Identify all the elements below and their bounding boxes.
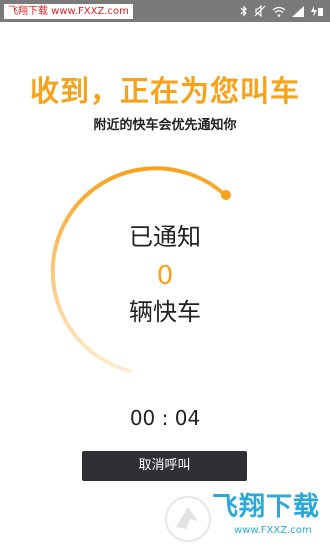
watermark-logo: 飞翔下载 www.FXXZ.com	[162, 487, 330, 550]
cancel-call-button[interactable]: 取消呼叫	[82, 451, 247, 481]
progress-dot	[221, 190, 231, 200]
watermark-brand-text: 飞翔下载	[212, 492, 321, 522]
notified-count: 0	[156, 261, 174, 291]
elapsed-timer: 00 : 04	[129, 406, 201, 430]
notified-label: 已通知	[129, 223, 201, 251]
watermark-badge-icon	[165, 496, 211, 542]
car-unit-label: 辆快车	[129, 298, 201, 326]
watermark-url-text: www.FXXZ.com	[234, 525, 312, 536]
